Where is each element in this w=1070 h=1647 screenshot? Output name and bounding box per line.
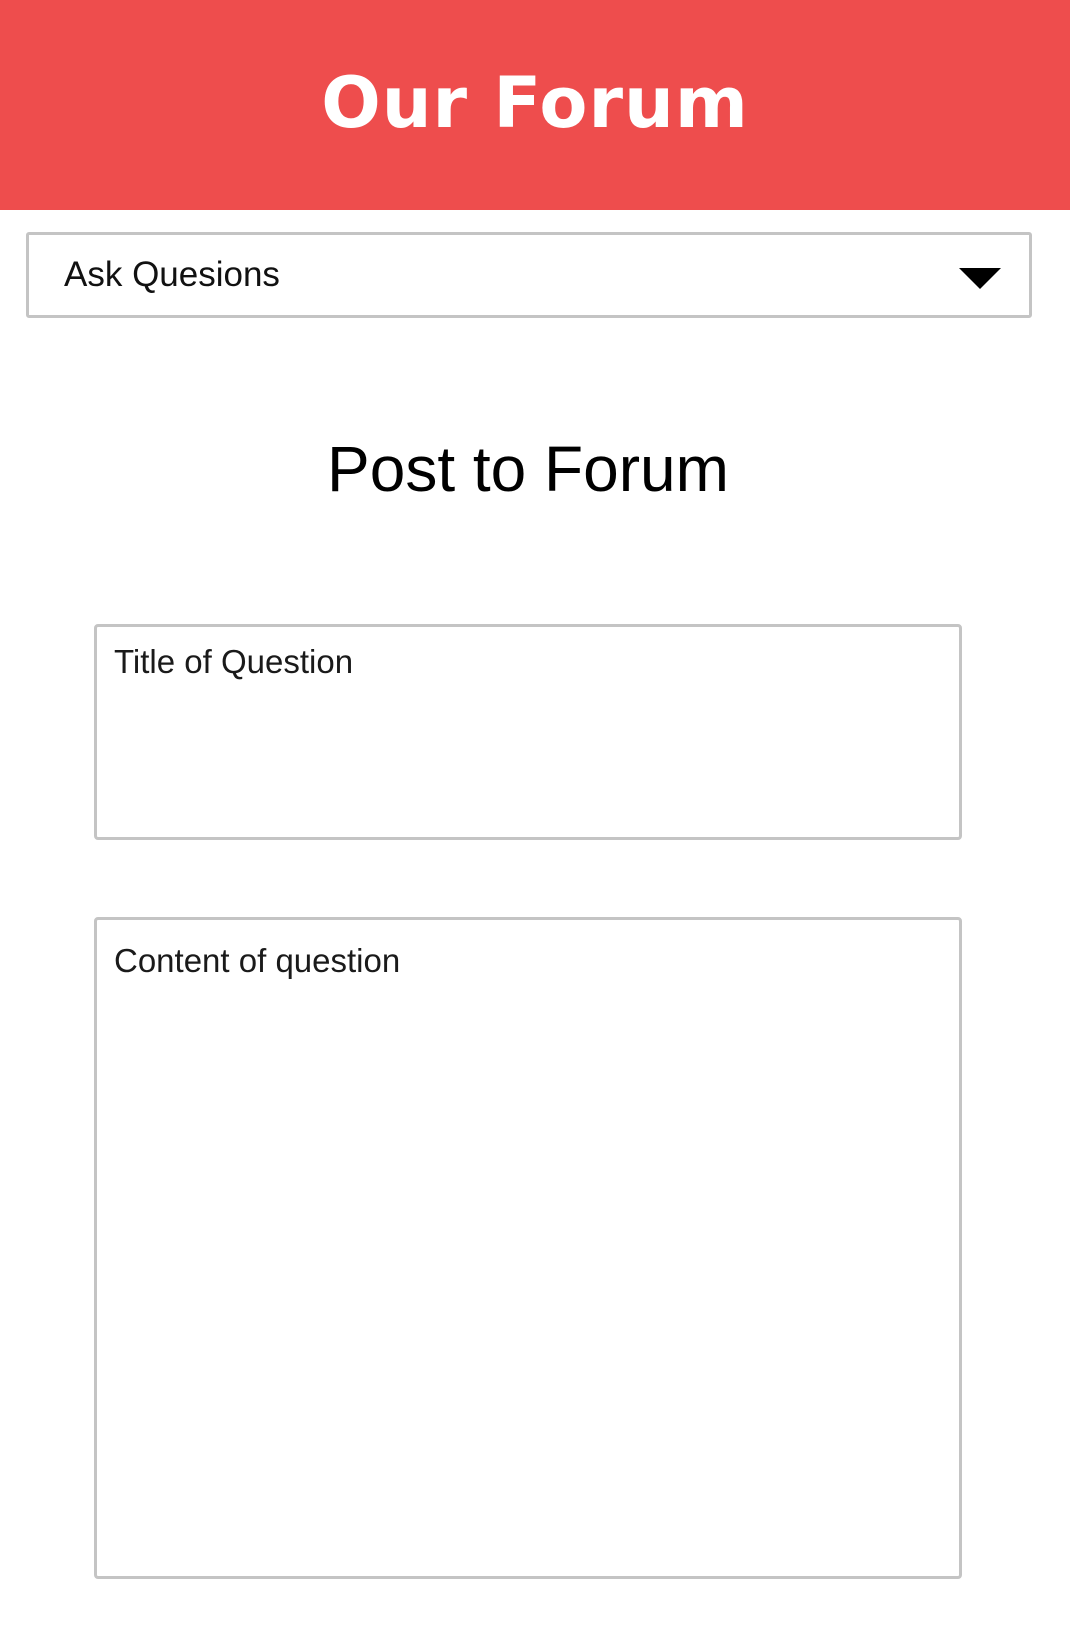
- app-header: Our Forum: [0, 0, 1070, 210]
- chevron-down-icon: [959, 268, 1001, 289]
- page-title: Post to Forum: [327, 433, 729, 505]
- section-select-value: Ask Quesions: [64, 255, 280, 294]
- question-content-field[interactable]: [94, 917, 962, 1579]
- app-title: Our Forum: [321, 62, 749, 144]
- section-select[interactable]: Ask Quesions: [26, 232, 1032, 318]
- question-title-field[interactable]: [94, 624, 962, 840]
